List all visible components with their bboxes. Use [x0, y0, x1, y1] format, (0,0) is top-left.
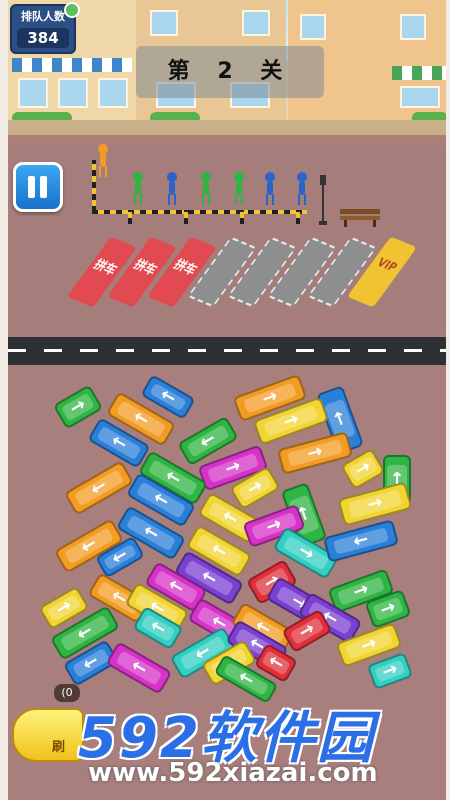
- queue-person: [96, 144, 110, 178]
- road-lane-marking: [8, 349, 446, 352]
- vehicle-cyan[interactable]: →: [366, 651, 414, 691]
- queue-post: [184, 210, 188, 224]
- window: [58, 78, 88, 108]
- window: [400, 86, 440, 108]
- queue-person: [131, 172, 145, 206]
- window: [98, 78, 128, 108]
- queue-person: [165, 172, 179, 206]
- road: [8, 337, 446, 365]
- queue-person: [199, 172, 213, 206]
- queue-person: [232, 172, 246, 206]
- window: [242, 10, 270, 36]
- vehicle-blue[interactable]: ←: [322, 519, 400, 563]
- window: [150, 10, 178, 36]
- queue-post: [128, 210, 132, 224]
- queue-person: [295, 172, 309, 206]
- window: [18, 78, 48, 108]
- queue-post: [296, 210, 300, 224]
- bench-icon: [340, 209, 380, 227]
- window: [400, 14, 426, 40]
- queue-counter: 排队人数 384: [10, 2, 80, 54]
- queue-rope: [92, 210, 307, 214]
- notification-dot-icon: [64, 2, 80, 18]
- awning: [12, 58, 132, 72]
- vehicle-orange[interactable]: ←: [63, 460, 135, 516]
- pause-button[interactable]: [13, 162, 63, 212]
- queue-post: [240, 210, 244, 224]
- awning: [392, 66, 448, 80]
- window: [300, 14, 326, 40]
- vehicle-magenta[interactable]: ←: [105, 641, 173, 695]
- right-frame: [446, 0, 450, 800]
- refresh-count: (0: [54, 684, 80, 702]
- vehicle-yellow[interactable]: →: [337, 481, 413, 527]
- pavement: [0, 120, 450, 135]
- refresh-button[interactable]: 刷: [12, 708, 84, 762]
- queue-person: [263, 172, 277, 206]
- level-title: 第 2 关: [167, 59, 293, 84]
- level-banner: 第 2 关: [136, 46, 324, 98]
- street-lamp-icon: [319, 175, 327, 225]
- refresh-label: 刷: [52, 740, 66, 755]
- queue-count: 384: [17, 28, 69, 48]
- left-frame: [0, 0, 8, 800]
